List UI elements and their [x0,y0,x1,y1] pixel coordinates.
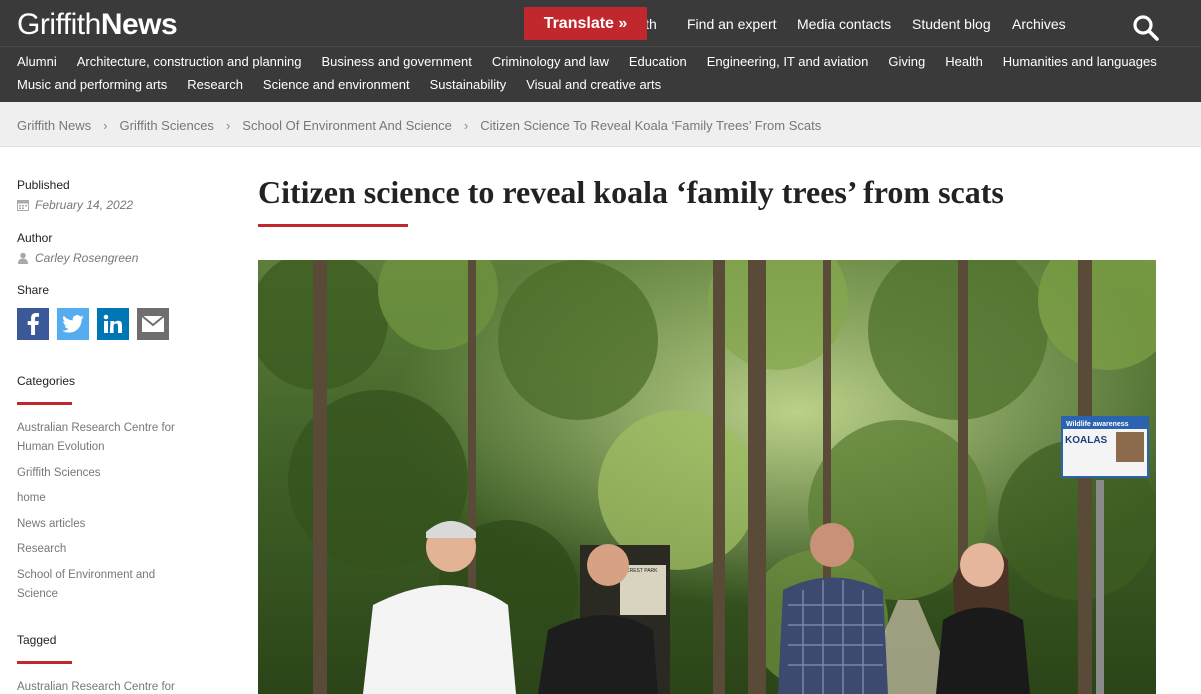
cat-giving[interactable]: Giving [888,54,925,69]
category-link-research[interactable]: Research [17,540,192,559]
sign-text: KOALAS [1065,435,1108,446]
cat-architecture[interactable]: Architecture, construction and planning [77,54,302,69]
linkedin-icon [103,314,122,333]
categories-divider [17,402,72,405]
nav-archives[interactable]: Archives [1012,16,1066,32]
breadcrumb: Griffith News › Griffith Sciences › Scho… [17,118,821,133]
user-icon [18,252,28,264]
mail-icon [141,315,165,332]
tagged-label: Tagged [17,633,57,647]
breadcrumb-griffith-news[interactable]: Griffith News [17,118,91,133]
cat-visual-arts[interactable]: Visual and creative arts [526,77,661,92]
tagged-divider [17,661,72,664]
share-label: Share [17,283,50,297]
breadcrumb-current: Citizen Science To Reveal Koala ‘Family … [480,118,822,133]
breadcrumb-school[interactable]: School Of Environment And Science [242,118,452,133]
nav-student-blog[interactable]: Student blog [912,16,991,32]
cat-health[interactable]: Health [945,54,983,69]
header-divider [0,46,1201,47]
site-logo[interactable]: Griffith News [17,8,178,44]
translate-button[interactable]: Translate » [524,7,647,40]
linkedin-share-button[interactable] [97,308,129,340]
twitter-icon [62,315,84,333]
breadcrumb-bar: Griffith News › Griffith Sciences › Scho… [0,102,1201,147]
tag-link[interactable]: Australian Research Centre for [17,678,192,694]
published-date-text: February 14, 2022 [35,198,134,212]
category-link-arche[interactable]: Australian Research Centre for Human Evo… [17,419,192,457]
nav-find-an-expert[interactable]: Find an expert [687,16,777,32]
chevron-right-icon: › [103,118,108,133]
category-link-griffith-sciences[interactable]: Griffith Sciences [17,464,192,483]
logo-griffith: Griffith [17,8,101,41]
facebook-icon [27,313,39,335]
site-header: Griffith News ith Find an expert Media c… [0,0,1201,102]
twitter-share-button[interactable] [57,308,89,340]
published-label: Published [17,178,70,192]
article-hero-image: CREST PARK Wildlife awareness KOALAS [258,260,1156,694]
logo-news: News [100,8,178,41]
share-buttons [17,308,177,340]
chevron-right-icon: › [225,118,231,133]
chevron-right-icon: › [463,118,469,133]
search-icon[interactable] [1132,14,1160,42]
category-link-news-articles[interactable]: News articles [17,515,192,534]
forest-photo: CREST PARK Wildlife awareness KOALAS [258,260,1156,694]
cat-engineering[interactable]: Engineering, IT and aviation [707,54,869,69]
category-link-home[interactable]: home [17,489,192,508]
cat-music[interactable]: Music and performing arts [17,77,167,92]
sign-title: Wildlife awareness [1066,421,1129,428]
title-underline [258,224,408,227]
cat-criminology[interactable]: Criminology and law [492,54,609,69]
cat-sustainability[interactable]: Sustainability [430,77,507,92]
category-link-school[interactable]: School of Environment and Science [17,566,167,604]
cat-humanities[interactable]: Humanities and languages [1003,54,1157,69]
cat-business[interactable]: Business and government [322,54,472,69]
published-date: February 14, 2022 [17,198,133,212]
article-title: Citizen science to reveal koala ‘family … [258,174,1004,210]
cat-science[interactable]: Science and environment [263,77,410,92]
calendar-icon [17,200,29,211]
categories-label: Categories [17,374,76,388]
breadcrumb-griffith-sciences[interactable]: Griffith Sciences [120,118,214,133]
board-text: CREST PARK [626,568,658,574]
author: Carley Rosengreen [17,251,138,265]
cat-alumni[interactable]: Alumni [17,54,57,69]
author-label: Author [17,231,53,245]
email-share-button[interactable] [137,308,169,340]
nav-media-contacts[interactable]: Media contacts [797,16,891,32]
cat-research[interactable]: Research [187,77,243,92]
facebook-share-button[interactable] [17,308,49,340]
cat-education[interactable]: Education [629,54,687,69]
author-name[interactable]: Carley Rosengreen [35,251,138,265]
